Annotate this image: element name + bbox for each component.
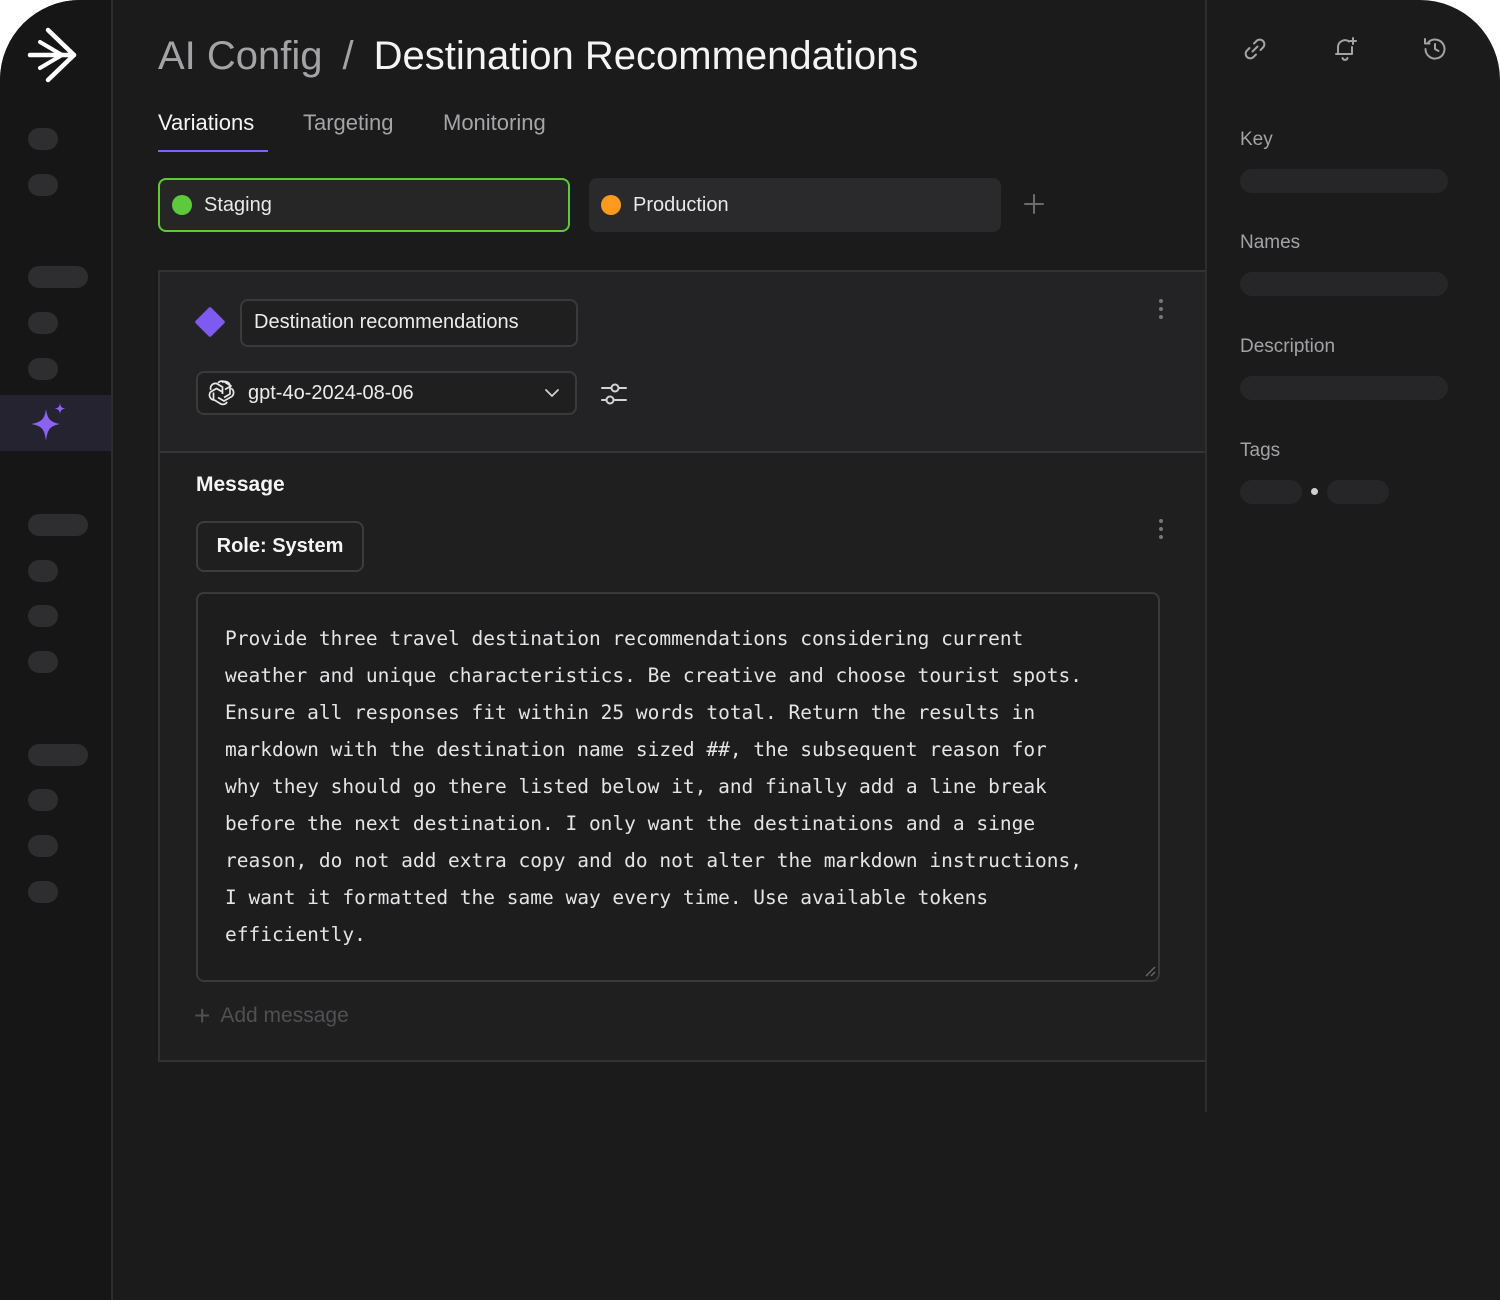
openai-icon — [208, 380, 235, 406]
status-dot — [172, 195, 192, 215]
sidebar-nav-item[interactable] — [28, 128, 58, 150]
add-environment-plus-icon[interactable] — [1020, 190, 1048, 218]
sidebar-nav-item[interactable] — [28, 560, 58, 582]
sidebar-nav-item[interactable] — [28, 881, 58, 903]
message-heading: Message — [196, 473, 285, 496]
names-label: Names — [1240, 232, 1301, 253]
page-title: AI Config / Destination Recommendations — [158, 34, 918, 79]
tab-variations[interactable]: Variations — [158, 110, 254, 136]
add-message-label: Add message — [220, 1004, 349, 1027]
add-message-button[interactable]: + Add message — [194, 1000, 349, 1031]
sidebar-nav-item[interactable] — [28, 605, 58, 627]
message-more-options-icon[interactable] — [1159, 519, 1165, 541]
key-label: Key — [1240, 129, 1273, 150]
add-notification-bell-icon[interactable] — [1330, 34, 1360, 64]
tag-separator-dot — [1311, 488, 1318, 495]
tag-placeholder[interactable] — [1327, 480, 1389, 504]
breadcrumb-root[interactable]: AI Config — [158, 34, 323, 78]
role-select-button[interactable]: Role: System — [196, 521, 364, 572]
environment-label: Staging — [204, 193, 272, 216]
tab-targeting[interactable]: Targeting — [303, 110, 394, 136]
names-value-placeholder — [1240, 272, 1448, 296]
sidebar-section-header — [28, 266, 88, 288]
sparkle-icon — [31, 403, 66, 441]
description-value-placeholder — [1240, 376, 1448, 400]
chevron-down-icon — [545, 389, 559, 397]
variation-more-options-icon[interactable] — [1159, 299, 1165, 321]
sidebar-nav-item[interactable] — [28, 312, 58, 334]
tab-monitoring[interactable]: Monitoring — [443, 110, 546, 136]
description-label: Description — [1240, 336, 1336, 357]
sidebar-nav-item[interactable] — [28, 835, 58, 857]
history-icon[interactable] — [1420, 34, 1450, 64]
sidebar-section-header — [28, 514, 88, 536]
key-value-placeholder — [1240, 169, 1448, 193]
status-dot — [601, 195, 621, 215]
active-tab-indicator — [158, 150, 268, 152]
tags-label: Tags — [1240, 440, 1281, 461]
right-panel-divider — [1205, 0, 1207, 1112]
variation-card-header — [158, 270, 1207, 453]
breadcrumb-current: Destination Recommendations — [373, 34, 919, 78]
sidebar-nav-item[interactable] — [28, 358, 58, 380]
sidebar-nav-item[interactable] — [28, 174, 58, 196]
breadcrumb-separator: / — [342, 34, 354, 78]
tag-placeholder[interactable] — [1240, 480, 1302, 504]
app-window: AI Config / Destination Recommendations Va… — [0, 0, 1500, 1300]
model-parameters-icon[interactable] — [600, 380, 628, 408]
link-icon[interactable] — [1240, 34, 1270, 64]
sidebar-nav-item[interactable] — [28, 651, 58, 673]
sidebar — [0, 0, 113, 1300]
sidebar-nav-item[interactable] — [28, 789, 58, 811]
model-select-value: gpt-4o-2024-08-06 — [248, 381, 414, 404]
message-content-textarea[interactable]: Provide three travel destination recomme… — [196, 592, 1160, 982]
launchdarkly-logo-icon[interactable] — [26, 24, 86, 84]
variation-name-input[interactable]: Destination recommendations — [240, 299, 578, 347]
environment-label: Production — [633, 193, 729, 216]
model-select[interactable]: gpt-4o-2024-08-06 — [196, 371, 577, 415]
plus-icon: + — [194, 1000, 211, 1031]
environment-staging[interactable]: Staging — [158, 178, 570, 232]
environment-production[interactable]: Production — [589, 178, 1001, 232]
resize-handle-icon[interactable] — [1144, 965, 1156, 977]
sidebar-item-ai-configs[interactable] — [0, 395, 111, 451]
sidebar-section-header — [28, 744, 88, 766]
